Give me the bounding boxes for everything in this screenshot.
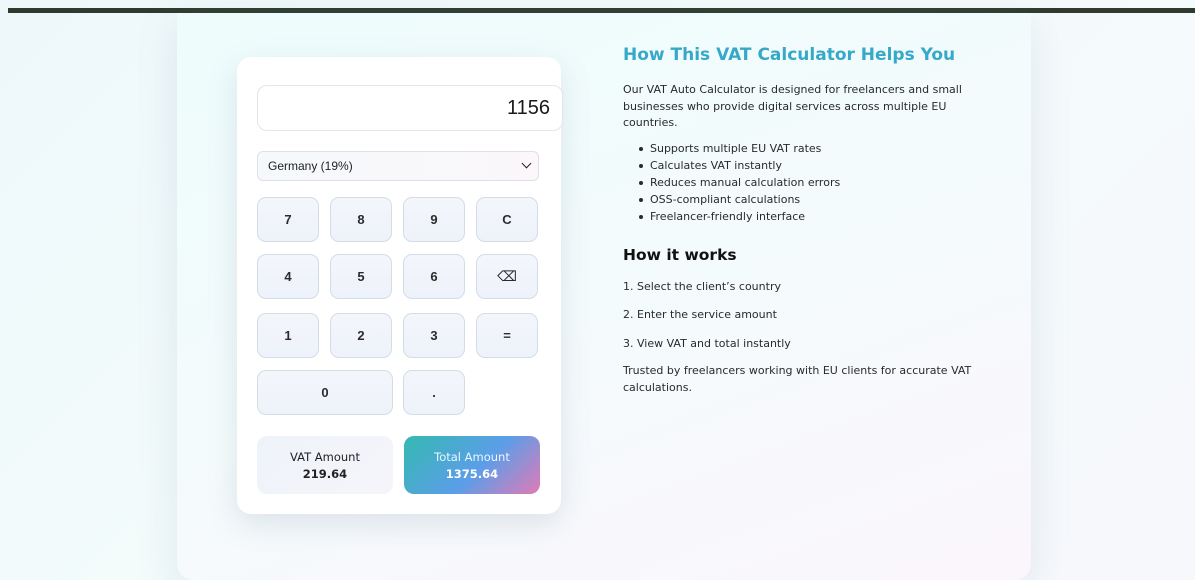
key-9[interactable]: 9 xyxy=(403,197,465,242)
chevron-down-icon xyxy=(521,158,532,169)
key-8[interactable]: 8 xyxy=(330,197,392,242)
total-amount-label: Total Amount xyxy=(434,449,510,464)
key-0[interactable]: 0 xyxy=(257,370,393,415)
key-1[interactable]: 1 xyxy=(257,313,319,358)
key-4[interactable]: 4 xyxy=(257,254,319,299)
decimal-button[interactable]: . xyxy=(403,370,465,415)
feature-item: Calculates VAT instantly xyxy=(639,157,983,174)
info-intro: Our VAT Auto Calculator is designed for … xyxy=(623,83,962,129)
amount-display[interactable]: 1156 xyxy=(257,85,563,131)
backspace-button[interactable]: ⌫ xyxy=(476,254,538,299)
key-6[interactable]: 6 xyxy=(403,254,465,299)
country-select-value: Germany (19%) xyxy=(268,159,353,173)
total-amount-card: Total Amount 1375.64 xyxy=(404,436,540,494)
key-7[interactable]: 7 xyxy=(257,197,319,242)
feature-item: OSS-compliant calculations xyxy=(639,191,983,208)
vat-amount-label: VAT Amount xyxy=(290,449,360,464)
trust-statement: Trusted by freelancers working with EU c… xyxy=(623,364,972,394)
feature-item: Reduces manual calculation errors xyxy=(639,174,983,191)
vat-amount-card: VAT Amount 219.64 xyxy=(257,436,393,494)
info-heading: How This VAT Calculator Helps You xyxy=(623,45,956,65)
how-it-works-heading: How it works xyxy=(623,245,737,264)
key-2[interactable]: 2 xyxy=(330,313,392,358)
key-3[interactable]: 3 xyxy=(403,313,465,358)
main-container: 1156 Germany (19%) 7 8 9 C 4 5 6 ⌫ 1 2 3… xyxy=(177,13,1031,580)
vat-amount-value: 219.64 xyxy=(302,466,348,481)
step-item: 2. Enter the service amount xyxy=(623,308,777,321)
clear-button[interactable]: C xyxy=(476,197,538,242)
total-amount-value: 1375.64 xyxy=(445,466,499,481)
key-5[interactable]: 5 xyxy=(330,254,392,299)
step-item: 1. Select the client’s country xyxy=(623,279,781,293)
vat-calculator: 1156 Germany (19%) 7 8 9 C 4 5 6 ⌫ 1 2 3… xyxy=(237,57,563,514)
equals-button[interactable]: = xyxy=(476,313,538,358)
backspace-icon: ⌫ xyxy=(497,268,517,284)
step-item: 3. View VAT and total instantly xyxy=(623,336,791,350)
feature-item: Freelancer-friendly interface xyxy=(639,208,983,225)
feature-list: Supports multiple EU VAT rates Calculate… xyxy=(623,140,983,225)
feature-item: Supports multiple EU VAT rates xyxy=(639,140,983,157)
info-panel: How This VAT Calculator Helps You Our VA… xyxy=(623,43,983,396)
country-select[interactable]: Germany (19%) xyxy=(257,151,539,181)
